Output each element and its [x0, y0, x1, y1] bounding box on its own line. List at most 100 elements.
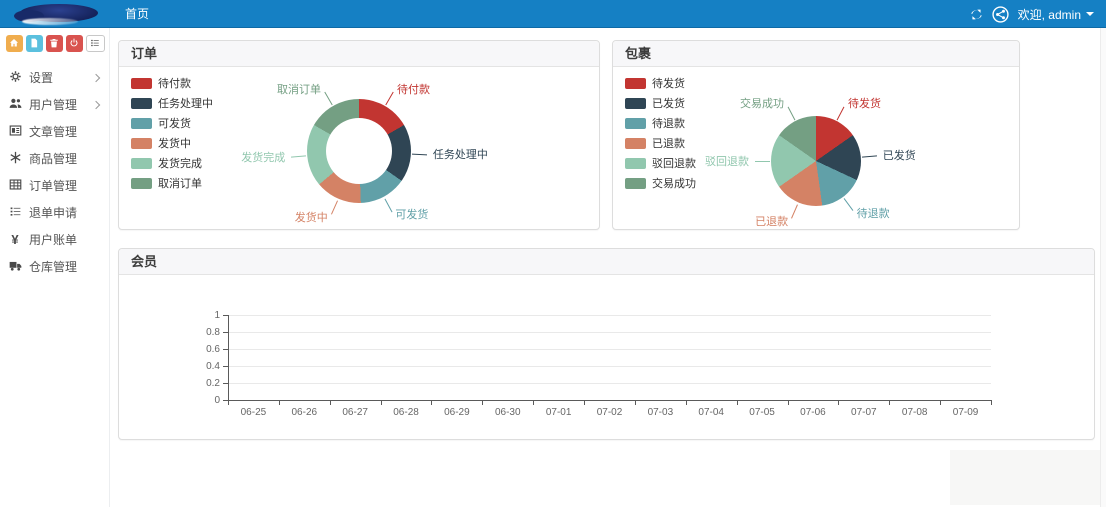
legend-item[interactable]: 发货中	[131, 135, 213, 151]
x-tick	[686, 400, 687, 405]
chevron-right-icon	[92, 100, 100, 108]
legend-item[interactable]: 可发货	[131, 115, 213, 131]
sidebar-item-label: 商品管理	[29, 150, 77, 167]
sidebar-item-3[interactable]: 商品管理	[0, 145, 109, 172]
pie-label-line	[755, 161, 770, 162]
legend-swatch	[625, 78, 646, 89]
orders-panel-title: 订单	[119, 41, 599, 67]
file-button[interactable]	[26, 35, 43, 52]
packages-panel-title: 包裹	[613, 41, 1019, 67]
menu-toggle-button[interactable]	[86, 35, 105, 52]
legend-swatch	[131, 178, 152, 189]
x-tick	[228, 400, 229, 405]
sidebar-item-7[interactable]: 仓库管理	[0, 253, 109, 280]
x-axis-label: 07-04	[689, 407, 733, 418]
yen-icon: ¥	[11, 233, 18, 246]
legend-label: 取消订单	[158, 175, 202, 191]
legend-item[interactable]: 取消订单	[131, 175, 213, 191]
x-tick	[889, 400, 890, 405]
legend-label: 已发货	[652, 95, 685, 111]
pie-label-line	[331, 200, 338, 214]
avatar[interactable]	[992, 6, 1009, 23]
legend-item[interactable]: 任务处理中	[131, 95, 213, 111]
members-chart[interactable]: 10.80.60.40.2006-2506-2606-2706-2806-290…	[119, 275, 1094, 439]
y-axis-label: 0.8	[190, 327, 220, 338]
logo-swoosh	[22, 18, 78, 25]
x-axis-label: 07-07	[842, 407, 886, 418]
trash-button[interactable]	[46, 35, 63, 52]
gridline	[228, 383, 991, 384]
legend-label: 驳回退款	[652, 155, 696, 171]
gridline	[228, 332, 991, 333]
x-axis-label: 07-08	[893, 407, 937, 418]
sidebar: 设置用户管理文章管理商品管理订单管理退单申请 ¥用户账单仓库管理	[0, 28, 110, 507]
y-axis-label: 0.6	[190, 344, 220, 355]
y-axis-label: 1	[190, 310, 220, 321]
refresh-icon[interactable]	[970, 8, 983, 21]
pie-slice-label: 交易成功	[740, 95, 784, 111]
legend-item[interactable]: 发货完成	[131, 155, 213, 171]
legend-swatch	[625, 178, 646, 189]
chevron-down-icon	[1086, 12, 1094, 16]
x-axis-label: 07-06	[791, 407, 835, 418]
x-tick	[279, 400, 280, 405]
members-panel-title: 会员	[119, 249, 1094, 275]
x-tick	[940, 400, 941, 405]
x-tick	[482, 400, 483, 405]
x-axis-label: 07-03	[638, 407, 682, 418]
legend-label: 发货完成	[158, 155, 202, 171]
x-tick	[991, 400, 992, 405]
users-icon	[9, 97, 22, 113]
trash-icon	[49, 36, 59, 51]
legend-label: 交易成功	[652, 175, 696, 191]
power-icon	[69, 36, 79, 51]
nav-home-link[interactable]: 首页	[125, 5, 149, 22]
sidebar-item-4[interactable]: 订单管理	[0, 172, 109, 199]
sidebar-menu: 设置用户管理文章管理商品管理订单管理退单申请 ¥用户账单仓库管理	[0, 58, 109, 280]
pie-slice-label: 任务处理中	[433, 146, 488, 162]
user-menu[interactable]: 欢迎, admin	[1018, 6, 1094, 23]
legend-item[interactable]: 已退款	[625, 135, 696, 151]
legend-swatch	[625, 138, 646, 149]
legend-swatch	[131, 158, 152, 169]
brand-logo[interactable]	[14, 1, 106, 27]
home-icon	[9, 36, 19, 51]
legend-label: 发货中	[158, 135, 191, 151]
legend-item[interactable]: 待发货	[625, 75, 696, 91]
pie-slice-label: 驳回退款	[705, 153, 749, 169]
gridline	[228, 349, 991, 350]
pie-label-line	[291, 156, 306, 158]
pie-label-line	[324, 92, 332, 105]
legend-item[interactable]: 交易成功	[625, 175, 696, 191]
main-content: 订单 待付款任务处理中可发货发货中发货完成取消订单 待付款任务处理中可发货发货中…	[110, 28, 1100, 507]
x-tick	[584, 400, 585, 405]
x-axis-label: 06-26	[282, 407, 326, 418]
power-button[interactable]	[66, 35, 83, 52]
sidebar-item-0[interactable]: 设置	[0, 64, 109, 91]
truck-icon	[9, 259, 22, 275]
legend-item[interactable]: 已发货	[625, 95, 696, 111]
x-axis-label: 07-02	[588, 407, 632, 418]
home-button[interactable]	[6, 35, 23, 52]
sidebar-item-2[interactable]: 文章管理	[0, 118, 109, 145]
legend-label: 任务处理中	[158, 95, 213, 111]
background-artifact	[950, 450, 1100, 505]
vertical-scrollbar[interactable]	[1100, 28, 1106, 507]
pie-label-line	[787, 107, 795, 121]
legend-item[interactable]: 驳回退款	[625, 155, 696, 171]
legend-label: 可发货	[158, 115, 191, 131]
sidebar-item-6[interactable]: ¥用户账单	[0, 226, 109, 253]
packages-chart[interactable]: 待发货已发货待退款已退款驳回退款交易成功 待发货已发货待退款已退款驳回退款交易成…	[613, 67, 1019, 229]
x-axis-label: 06-29	[435, 407, 479, 418]
sidebar-item-label: 退单申请	[29, 204, 77, 221]
orders-chart[interactable]: 待付款任务处理中可发货发货中发货完成取消订单 待付款任务处理中可发货发货中发货完…	[119, 67, 599, 229]
packages-pie[interactable]	[771, 116, 861, 206]
welcome-text: 欢迎, admin	[1018, 6, 1081, 23]
sidebar-item-1[interactable]: 用户管理	[0, 91, 109, 118]
pie-slice-label: 已发货	[883, 147, 916, 163]
chevron-right-icon	[92, 73, 100, 81]
sidebar-item-5[interactable]: 退单申请	[0, 199, 109, 226]
pie-label-line	[412, 153, 427, 155]
legend-item[interactable]: 待付款	[131, 75, 213, 91]
legend-item[interactable]: 待退款	[625, 115, 696, 131]
